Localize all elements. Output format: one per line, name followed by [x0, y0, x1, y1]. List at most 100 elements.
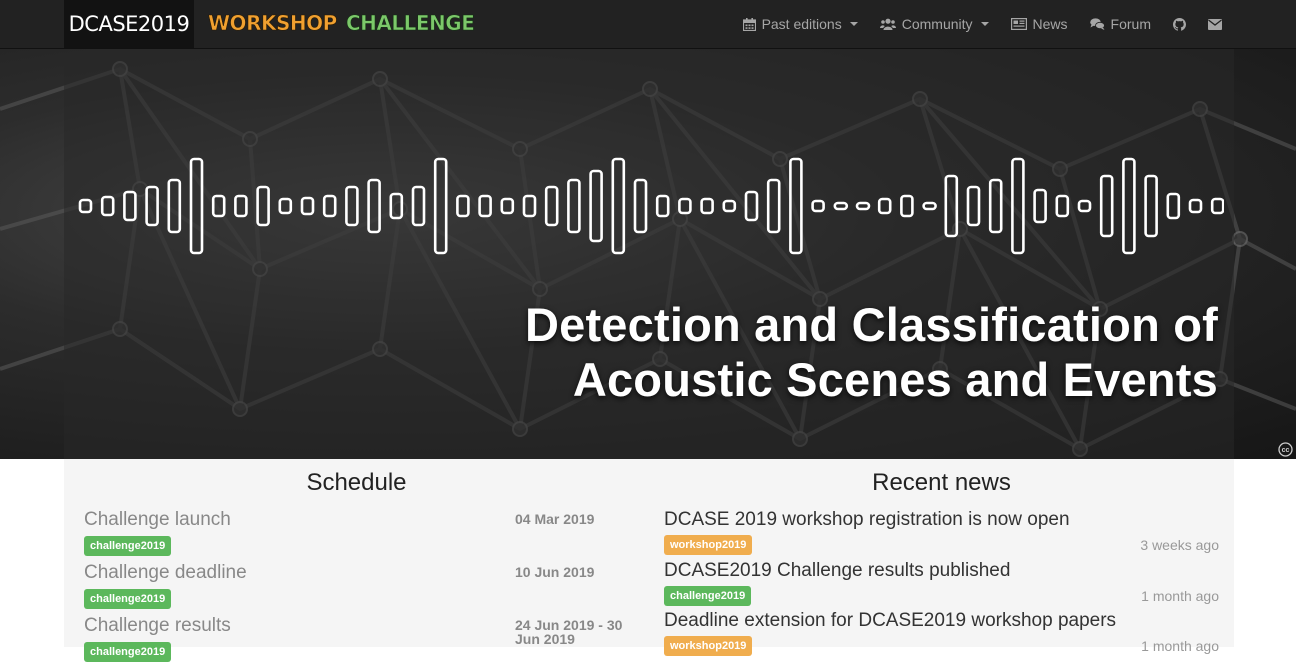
nav-contact[interactable] [1208, 18, 1222, 30]
waveform-bar [367, 178, 381, 234]
waveform-bar [744, 190, 759, 222]
waveform-bar [1210, 197, 1224, 215]
nav-community[interactable]: Community [879, 16, 989, 32]
users-icon [879, 18, 896, 30]
waveform-bar [1055, 194, 1070, 218]
waveform-bar [456, 194, 470, 218]
tag-badge[interactable]: challenge2019 [84, 536, 172, 556]
waveform-bar [100, 195, 115, 217]
challenge-logo-link[interactable]: CHALLENGE [346, 0, 475, 48]
tag-badge[interactable]: challenge2019 [84, 642, 172, 662]
waveform-bar [500, 197, 515, 215]
waveform-bar [1099, 174, 1114, 238]
news-title: Recent news [872, 469, 1011, 496]
waveform-bar [256, 185, 270, 227]
envelope-icon [1208, 18, 1222, 30]
creative-commons-icon[interactable]: cc [1278, 442, 1293, 457]
waveform-bar [877, 197, 892, 215]
news-item-headline[interactable]: Deadline extension for DCASE2019 worksho… [664, 610, 1116, 632]
svg-text:cc: cc [1282, 447, 1290, 454]
schedule-item-name[interactable]: Challenge results [84, 615, 231, 637]
nav-community-label: Community [901, 16, 973, 32]
waveform-bar [789, 157, 803, 255]
waveform-bar [1188, 198, 1203, 214]
hero-title-line2: Acoustic Scenes and Events [572, 353, 1218, 406]
tag-badge[interactable]: workshop2019 [664, 636, 753, 656]
waveform-bar [855, 201, 871, 211]
hero-banner: Detection and Classification of Acoustic… [0, 49, 1296, 459]
nav-forum[interactable]: Forum [1089, 16, 1151, 32]
newspaper-icon [1010, 18, 1027, 30]
navbar: DCASE2019 WORKSHOP CHALLENGE Past editio… [0, 0, 1296, 49]
waveform-bar [345, 185, 359, 227]
waveform-bar [433, 157, 448, 255]
main-content: Schedule Recent news Challenge launch 04… [64, 459, 1234, 662]
nav-forum-label: Forum [1110, 16, 1151, 32]
schedule-title: Schedule [306, 469, 407, 496]
waveform-bar [411, 185, 426, 227]
waveform-bar [322, 194, 337, 218]
schedule-item-date: 10 Jun 2019 [515, 564, 595, 580]
waveform-bar [900, 194, 914, 218]
waveform-bar [1033, 188, 1047, 224]
waveform-bar [189, 157, 204, 255]
waveform-graphic [78, 157, 1224, 255]
news-item-time: 1 month ago [1141, 638, 1219, 654]
waveform-bar [78, 198, 93, 214]
github-icon [1173, 17, 1186, 31]
waveform-bar [966, 185, 981, 227]
waveform-bar [922, 201, 937, 211]
tag-badge[interactable]: workshop2019 [664, 535, 753, 555]
waveform-bar [678, 197, 692, 215]
tag-badge[interactable]: challenge2019 [664, 586, 752, 606]
waveform-bar [766, 178, 781, 234]
waveform-bar [522, 194, 537, 218]
waveform-bar [722, 199, 737, 213]
waveform-bar [211, 194, 226, 218]
nav-github[interactable] [1173, 17, 1186, 31]
news-item-time: 1 month ago [1141, 588, 1219, 604]
schedule-item-name[interactable]: Challenge launch [84, 509, 231, 531]
waveform-bar [1166, 192, 1181, 220]
hero-title: Detection and Classification of Acoustic… [458, 297, 1218, 407]
nav-menu: Past editions Community News Forum [721, 0, 1222, 48]
waveform-bar [1077, 199, 1092, 213]
schedule-item-name[interactable]: Challenge deadline [84, 562, 247, 584]
schedule-item-date: 24 Jun 2019 - 30 Jun 2019 [515, 617, 623, 647]
waveform-bar [278, 197, 293, 215]
news-item-headline[interactable]: DCASE 2019 workshop registration is now … [664, 509, 1070, 531]
waveform-bar [1011, 157, 1025, 255]
nav-past-editions[interactable]: Past editions [742, 16, 858, 32]
nav-news[interactable]: News [1010, 16, 1068, 32]
waveform-bar [700, 197, 714, 215]
brand-logo[interactable]: DCASE2019 [64, 0, 194, 48]
chevron-down-icon [849, 22, 858, 26]
waveform-bar [1122, 157, 1136, 255]
calendar-icon [742, 17, 756, 31]
waveform-bar [944, 174, 959, 238]
waveform-bar [567, 178, 581, 234]
waveform-bar [811, 199, 825, 213]
workshop-logo-link[interactable]: WORKSHOP [208, 0, 338, 48]
waveform-bar [300, 196, 315, 216]
schedule-item-date: 04 Mar 2019 [515, 511, 595, 527]
nav-news-label: News [1032, 16, 1068, 32]
chevron-down-icon [980, 22, 989, 26]
waveform-bar [633, 178, 648, 234]
waveform-bar [833, 201, 849, 211]
comments-icon [1089, 18, 1105, 30]
waveform-bar [611, 157, 626, 255]
tag-badge[interactable]: challenge2019 [84, 589, 172, 609]
waveform-bar [167, 178, 182, 234]
waveform-bar [478, 194, 492, 218]
waveform-bar [145, 185, 159, 227]
waveform-bar [589, 169, 603, 243]
news-item-time: 3 weeks ago [1140, 537, 1219, 553]
waveform-bar [544, 185, 559, 227]
waveform-bar [389, 192, 404, 220]
waveform-bar [123, 190, 137, 222]
hero-title-line1: Detection and Classification of [524, 298, 1218, 351]
waveform-bar [655, 194, 670, 218]
news-item-headline[interactable]: DCASE2019 Challenge results published [664, 560, 1010, 582]
nav-past-editions-label: Past editions [761, 16, 842, 32]
